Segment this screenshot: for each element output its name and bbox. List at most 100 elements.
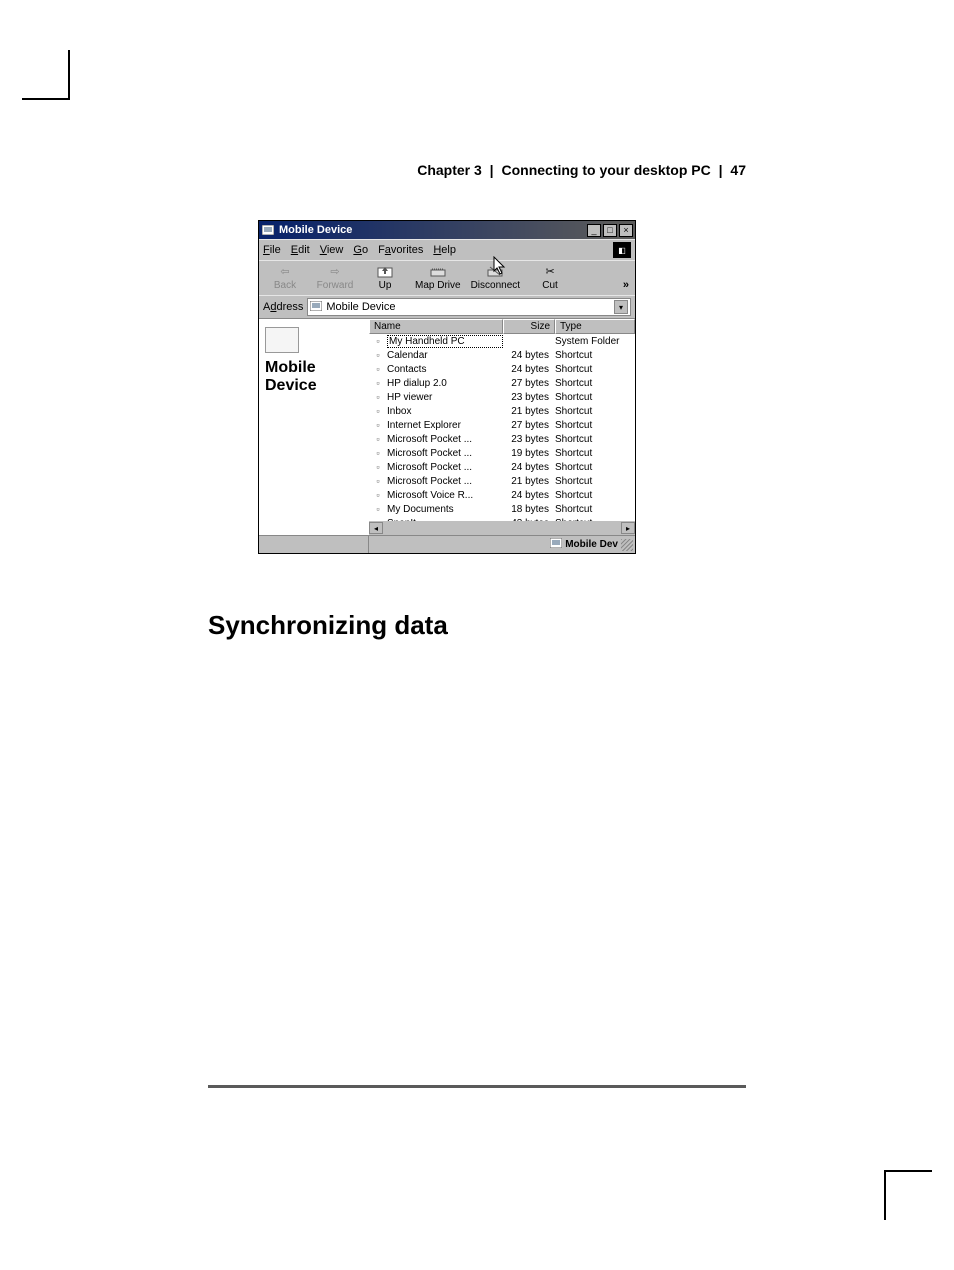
shortcut-icon: ▫ — [371, 433, 385, 445]
address-combo[interactable]: Mobile Device ▾ — [307, 298, 631, 316]
file-name: Internet Explorer — [387, 420, 503, 431]
disconnect-button[interactable]: Disconnect — [471, 263, 520, 291]
dropdown-button[interactable]: ▾ — [614, 300, 628, 314]
menu-edit[interactable]: Edit — [291, 244, 310, 256]
brand-logo: ◧ — [613, 242, 631, 258]
toolbar-overflow[interactable]: » — [623, 279, 629, 291]
menu-help[interactable]: Help — [433, 244, 456, 256]
table-row[interactable]: ▫Microsoft Pocket ...19 bytesShortcut — [369, 446, 635, 460]
scroll-left-button[interactable]: ◂ — [369, 522, 383, 534]
column-name[interactable]: Name — [369, 319, 503, 334]
address-value: Mobile Device — [326, 301, 395, 313]
table-row[interactable]: ▫HP dialup 2.027 bytesShortcut — [369, 376, 635, 390]
minimize-button[interactable]: _ — [587, 224, 601, 237]
scissors-icon: ✂ — [541, 263, 559, 279]
file-rows: ▫My Handheld PCSystem Folder▫Calendar24 … — [369, 334, 635, 521]
file-name: HP viewer — [387, 392, 503, 403]
device-icon — [310, 301, 322, 314]
status-mid — [369, 536, 548, 553]
map-drive-icon — [429, 263, 447, 279]
table-row[interactable]: ▫Microsoft Pocket ...21 bytesShortcut — [369, 474, 635, 488]
status-bar: Mobile Dev — [259, 535, 635, 553]
column-type[interactable]: Type — [555, 319, 635, 334]
app-icon — [261, 224, 275, 236]
file-size: 24 bytes — [503, 490, 555, 501]
file-name: My Documents — [387, 504, 503, 515]
close-button[interactable]: × — [619, 224, 633, 237]
back-button[interactable]: ⇦ Back — [265, 263, 305, 291]
table-row[interactable]: ▫Microsoft Pocket ...24 bytesShortcut — [369, 460, 635, 474]
status-right: Mobile Dev — [548, 536, 635, 553]
file-type: Shortcut — [555, 364, 635, 375]
table-row[interactable]: ▫Calendar24 bytesShortcut — [369, 348, 635, 362]
column-size[interactable]: Size — [503, 319, 555, 334]
word-icon: ▫ — [371, 475, 385, 487]
file-type: Shortcut — [555, 406, 635, 417]
folder-large-icon — [265, 327, 299, 353]
table-row[interactable]: ▫Contacts24 bytesShortcut — [369, 362, 635, 376]
table-row[interactable]: ▫Inbox21 bytesShortcut — [369, 404, 635, 418]
file-type: Shortcut — [555, 350, 635, 361]
scroll-right-button[interactable]: ▸ — [621, 522, 635, 534]
file-type: Shortcut — [555, 448, 635, 459]
maximize-button[interactable]: □ — [603, 224, 617, 237]
content-area: Mobile Device MobileDevice Name Size Typ… — [259, 318, 635, 535]
menu-go[interactable]: Go — [353, 244, 368, 256]
cut-button[interactable]: ✂ Cut — [530, 263, 570, 291]
address-bar: Address Mobile Device ▾ — [259, 295, 635, 318]
footer-rule — [208, 1085, 746, 1088]
forward-button[interactable]: ⇨ Forward — [315, 263, 355, 291]
file-size: 27 bytes — [503, 378, 555, 389]
file-name: My Handheld PC — [387, 335, 503, 348]
file-size: 21 bytes — [503, 406, 555, 417]
page-header: Chapter 3 | Connecting to your desktop P… — [417, 162, 746, 178]
shortcut-icon: ▫ — [371, 391, 385, 403]
shortcut-icon: ▫ — [371, 377, 385, 389]
table-row[interactable]: ▫My Handheld PCSystem Folder — [369, 334, 635, 348]
crop-mark — [22, 98, 70, 100]
panel-title: Mobile Device MobileDevice — [265, 359, 363, 394]
file-name: Microsoft Pocket ... — [387, 476, 503, 487]
file-type: Shortcut — [555, 490, 635, 501]
shortcut-icon: ▫ — [371, 419, 385, 431]
file-name: HP dialup 2.0 — [387, 378, 503, 389]
table-row[interactable]: ▫HP viewer23 bytesShortcut — [369, 390, 635, 404]
map-drive-button[interactable]: Map Drive — [415, 263, 461, 291]
file-type: Shortcut — [555, 378, 635, 389]
titlebar[interactable]: Mobile Device _ □ × — [259, 221, 635, 239]
list-header: Name Size Type — [369, 319, 635, 334]
table-row[interactable]: ▫Microsoft Voice R...24 bytesShortcut — [369, 488, 635, 502]
file-name: Microsoft Voice R... — [387, 490, 503, 501]
menu-view[interactable]: View — [320, 244, 344, 256]
address-label: Address — [263, 301, 303, 313]
computer-icon: ▫ — [371, 335, 385, 347]
h-scrollbar[interactable]: ◂ ▸ — [369, 521, 635, 535]
up-button[interactable]: Up — [365, 263, 405, 291]
excel-icon: ▫ — [371, 447, 385, 459]
file-type: Shortcut — [555, 434, 635, 445]
resize-grip[interactable] — [621, 539, 633, 551]
table-row[interactable]: ▫Microsoft Pocket ...23 bytesShortcut — [369, 432, 635, 446]
powerpoint-icon: ▫ — [371, 461, 385, 473]
chapter-label: Chapter 3 — [417, 162, 482, 178]
file-list-area: Name Size Type ▫My Handheld PCSystem Fol… — [369, 319, 635, 535]
separator: | — [490, 162, 494, 178]
table-row[interactable]: ▫My Documents18 bytesShortcut — [369, 502, 635, 516]
voice-icon: ▫ — [371, 489, 385, 501]
file-name: Microsoft Pocket ... — [387, 448, 503, 459]
file-type: Shortcut — [555, 462, 635, 473]
screenshot-figure: Mobile Device _ □ × File Edit View Go Fa… — [258, 220, 636, 554]
table-row[interactable]: ▫Internet Explorer27 bytesShortcut — [369, 418, 635, 432]
up-folder-icon — [376, 263, 394, 279]
forward-arrow-icon: ⇨ — [326, 263, 344, 279]
file-size: 23 bytes — [503, 392, 555, 403]
back-arrow-icon: ⇦ — [276, 263, 294, 279]
menu-favorites[interactable]: Favorites — [378, 244, 423, 256]
mail-icon: ▫ — [371, 405, 385, 417]
disconnect-icon — [486, 263, 504, 279]
menu-file[interactable]: File — [263, 244, 281, 256]
file-type: Shortcut — [555, 392, 635, 403]
file-size: 27 bytes — [503, 420, 555, 431]
crop-mark — [884, 1172, 886, 1220]
document-icon: ▫ — [371, 349, 385, 361]
